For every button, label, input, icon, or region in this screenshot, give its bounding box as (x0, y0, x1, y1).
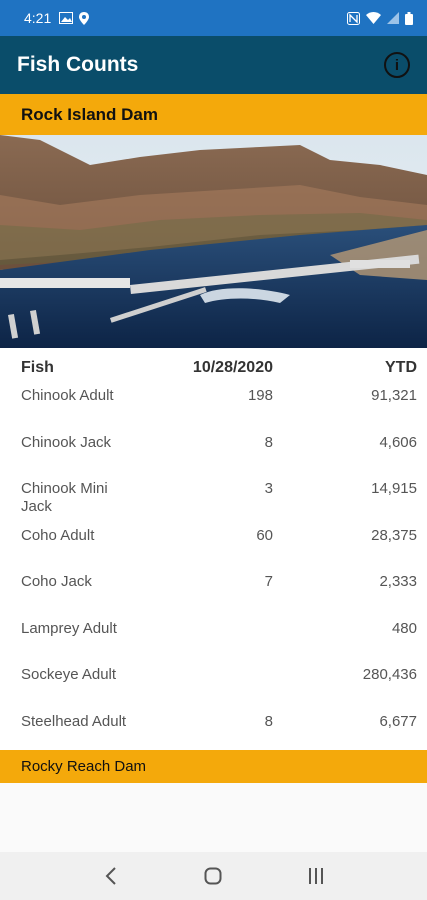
ytd-count: 280,436 (362, 666, 417, 683)
ytd-count: 6,677 (379, 713, 417, 730)
table-row: Chinook Adult 198 91,321 (0, 387, 427, 433)
table-header: Fish 10/28/2020 YTD (0, 348, 427, 386)
fish-name: Chinook Jack (21, 434, 112, 451)
dam-header-label: Rock Island Dam (21, 104, 158, 124)
fish-name: Coho Adult (21, 527, 95, 544)
dam-header-rocky-reach[interactable]: Rocky Reach Dam (0, 750, 427, 783)
system-nav-bar (0, 852, 427, 900)
fish-name: Chinook Adult (21, 387, 114, 404)
fish-name: Steelhead Adult (21, 713, 127, 730)
fish-name: Coho Jack (21, 573, 92, 590)
daily-count: 198 (247, 387, 273, 404)
info-icon-glyph: i (394, 56, 400, 74)
fish-count-table: Fish 10/28/2020 YTD Chinook Adult 198 91… (0, 348, 427, 730)
app-bar: Fish Counts i (0, 36, 427, 94)
table-row: Chinook Mini Jack 3 14,915 (0, 480, 427, 526)
status-time: 4:21 (24, 10, 52, 26)
fish-name: Sockeye Adult (21, 666, 117, 683)
ytd-count: 91,321 (371, 387, 417, 404)
table-row: Coho Adult 60 28,375 (0, 527, 427, 573)
nfc-icon (347, 11, 360, 25)
fish-name: Lamprey Adult (21, 620, 117, 637)
image-icon (59, 12, 74, 24)
ytd-count: 14,915 (371, 480, 417, 497)
table-row: Lamprey Adult 480 (0, 620, 427, 666)
daily-count: 3 (264, 480, 273, 497)
app-title: Fish Counts (17, 53, 139, 76)
daily-count: 8 (264, 713, 273, 730)
header-ytd: YTD (385, 359, 417, 376)
ytd-count: 4,606 (379, 434, 417, 451)
dam-header-rock-island[interactable]: Rock Island Dam (0, 94, 427, 135)
table-row: Sockeye Adult 280,436 (0, 666, 427, 712)
content-background (0, 783, 427, 852)
table-row: Coho Jack 7 2,333 (0, 573, 427, 619)
recents-icon[interactable] (296, 856, 336, 896)
wifi-icon (366, 12, 381, 24)
daily-count: 8 (264, 434, 273, 451)
daily-count: 60 (256, 527, 273, 544)
battery-icon (405, 11, 413, 25)
signal-icon (387, 12, 399, 24)
ytd-count: 480 (391, 620, 417, 637)
table-row: Chinook Jack 8 4,606 (0, 434, 427, 480)
fish-name: Chinook Mini Jack (21, 480, 108, 515)
header-date: 10/28/2020 (192, 359, 273, 376)
info-icon[interactable]: i (384, 52, 410, 78)
ytd-count: 2,333 (379, 573, 417, 590)
status-bar: 4:21 (0, 0, 427, 36)
home-icon[interactable] (193, 856, 233, 896)
location-icon (79, 11, 90, 25)
daily-count: 7 (264, 573, 273, 590)
dam-header-label: Rocky Reach Dam (21, 758, 147, 775)
header-fish: Fish (21, 359, 54, 376)
ytd-count: 28,375 (371, 527, 417, 544)
back-icon[interactable] (91, 856, 131, 896)
dam-photo (0, 135, 427, 348)
